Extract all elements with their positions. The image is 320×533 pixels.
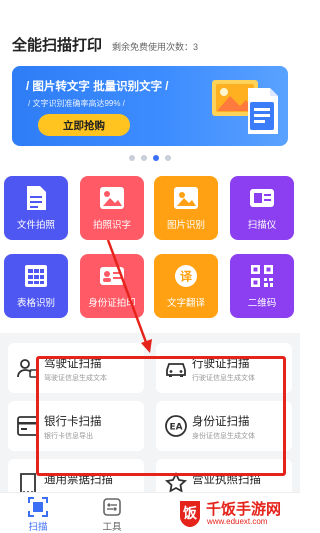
promo-banner[interactable]: / 图片转文字 批量识别文字 / / 文字识别准确率高达99% / 立即抢购 [12, 66, 288, 146]
banner-subtitle: / 文字识别准确率高达99% / [28, 99, 125, 108]
tool-scanner[interactable]: 扫描仪 [230, 176, 294, 240]
table-icon [23, 263, 49, 289]
translate-icon: 译 [173, 263, 199, 289]
carousel-dot[interactable] [165, 155, 171, 161]
scan-icon [28, 497, 48, 517]
tool-label: 身份证拍印 [88, 298, 136, 309]
carousel-dot[interactable] [141, 155, 147, 161]
image-to-text-illustration-icon [212, 80, 278, 134]
tool-table-recognize[interactable]: 表格识别 [4, 254, 68, 318]
tool-label: 文件拍照 [16, 220, 55, 231]
buy-now-button[interactable]: 立即抢购 [38, 114, 130, 136]
tool-qrcode[interactable]: 二维码 [230, 254, 294, 318]
qrcode-icon [249, 263, 275, 289]
tool-label: 拍照识字 [92, 220, 131, 231]
carousel-dot[interactable] [129, 155, 135, 161]
tab-tools[interactable]: 工具 [92, 497, 132, 533]
id-card-icon [99, 263, 125, 289]
site-watermark: 饭 千饭手游网 www.eduext.com [176, 497, 298, 531]
svg-text:译: 译 [180, 270, 193, 284]
tab-label: 扫描 [28, 522, 48, 533]
remaining-uses: 剩余免费使用次数：3 [112, 42, 199, 52]
tool-image-recognize[interactable]: 图片识别 [154, 176, 218, 240]
watermark-url: www.eduext.com [207, 517, 268, 526]
watermark-name: 千饭手游网 [206, 501, 282, 518]
image-icon [173, 185, 199, 211]
app-title: 全能扫描打印 [12, 37, 103, 54]
tool-label: 扫描仪 [247, 220, 277, 231]
annotation-highlight-box [36, 356, 286, 476]
carousel-indicator [0, 155, 300, 161]
tool-id-card-print[interactable]: 身份证拍印 [80, 254, 144, 318]
tools-icon [103, 498, 121, 516]
tool-label: 表格识别 [16, 298, 55, 309]
tool-file-photo[interactable]: 文件拍照 [4, 176, 68, 240]
tool-label: 文字翻译 [166, 298, 205, 309]
image-text-icon [99, 185, 125, 211]
tool-label: 二维码 [247, 298, 277, 309]
tool-photo-ocr[interactable]: 拍照识字 [80, 176, 144, 240]
scanner-icon [249, 185, 275, 211]
tab-label: 工具 [102, 522, 122, 533]
tool-text-translate[interactable]: 译 文字翻译 [154, 254, 218, 318]
svg-text:饭: 饭 [182, 505, 198, 522]
tab-scan[interactable]: 扫描 [18, 497, 58, 533]
site-logo-icon: 饭 [180, 501, 200, 527]
app-header: 全能扫描打印 剩余免费使用次数：3 [12, 34, 198, 55]
banner-title: / 图片转文字 批量识别文字 / [26, 81, 169, 93]
tool-label: 图片识别 [166, 220, 205, 231]
carousel-dot-active[interactable] [153, 155, 159, 161]
document-icon [23, 185, 49, 211]
